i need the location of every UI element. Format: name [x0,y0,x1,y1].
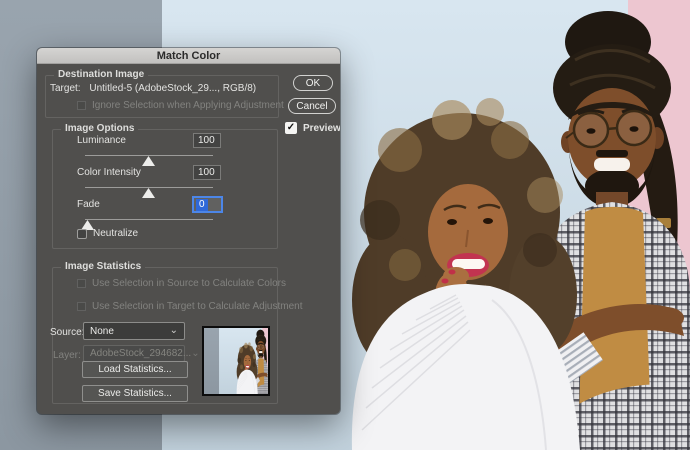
screenshot-stage: Match Color Destination Image Target: Un… [0,0,690,450]
fade-field[interactable]: 0 [192,196,223,213]
chevron-down-icon: ⌄ [170,327,178,335]
fade-selected-text: 0 [196,199,208,211]
luminance-label: Luminance [77,135,126,146]
fade-slider-track[interactable] [85,219,213,220]
source-label: Source: [50,327,84,338]
layer-label: Layer: [53,350,81,361]
target-label: Target: [50,83,81,94]
color-intensity-label: Color Intensity [77,167,141,178]
color-intensity-slider-thumb[interactable] [142,188,155,198]
chevron-down-icon: ⌄ [191,350,199,358]
fade-label: Fade [77,199,100,210]
ignore-selection-checkbox [77,101,86,110]
destination-image-group: Destination Image [45,75,279,118]
dialog-title: Match Color [157,50,221,62]
dialog-body: Destination Image Target: Untitled-5 (Ad… [37,64,340,414]
check-icon: ✓ [287,122,295,133]
destination-image-legend: Destination Image [54,69,148,80]
image-options-legend: Image Options [61,123,138,134]
layer-select: AdobeStock_294682... ⌄ [83,345,185,362]
source-select-value: None [90,326,114,337]
ok-button[interactable]: OK [293,75,333,91]
preview-label: Preview [303,123,340,134]
color-intensity-slider-track[interactable] [85,187,213,188]
luminance-slider-thumb[interactable] [142,156,155,166]
use-target-checkbox [77,302,86,311]
use-source-checkbox [77,279,86,288]
luminance-field[interactable]: 100 [193,133,221,148]
save-statistics-button[interactable]: Save Statistics... [82,385,188,402]
target-value: Untitled-5 (AdobeStock_29..., RGB/8) [89,83,256,94]
image-statistics-legend: Image Statistics [61,261,145,272]
dialog-titlebar[interactable]: Match Color [37,48,340,64]
match-color-dialog: Match Color Destination Image Target: Un… [37,48,340,414]
color-intensity-field[interactable]: 100 [193,165,221,180]
cancel-button[interactable]: Cancel [288,98,336,114]
luminance-slider-track[interactable] [85,155,213,156]
use-source-label: Use Selection in Source to Calculate Col… [92,278,286,289]
layer-select-value: AdobeStock_294682... [90,348,191,359]
source-image-thumbnail [202,326,270,396]
preview-checkbox[interactable]: ✓ [285,122,297,134]
ignore-selection-label: Ignore Selection when Applying Adjustmen… [92,100,284,111]
source-select[interactable]: None ⌄ [83,322,185,340]
use-target-label: Use Selection in Target to Calculate Adj… [92,301,303,312]
neutralize-label: Neutralize [93,228,138,239]
load-statistics-button[interactable]: Load Statistics... [82,361,188,378]
neutralize-checkbox[interactable] [77,229,87,239]
